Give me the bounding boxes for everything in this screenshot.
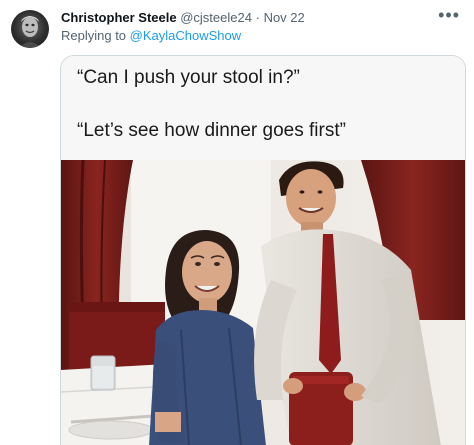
separator-dot: · xyxy=(255,10,260,25)
avatar-image xyxy=(19,16,41,48)
avatar[interactable] xyxy=(11,10,49,48)
meme-caption: “Can I push your stool in?” “Let’s see h… xyxy=(61,56,465,160)
author-name[interactable]: Christopher Steele xyxy=(61,10,177,25)
caption-line-2: “Let’s see how dinner goes first” xyxy=(77,120,346,141)
tweet-media[interactable]: “Can I push your stool in?” “Let’s see h… xyxy=(60,55,466,445)
caption-line-1: “Can I push your stool in?” xyxy=(77,67,300,88)
reply-handle-link[interactable]: @KaylaChowShow xyxy=(130,28,241,43)
tweet: Christopher Steele @cjsteele24 · Nov 22 … xyxy=(0,0,474,445)
meme-photo xyxy=(61,160,465,445)
author-handle[interactable]: @cjsteele24 xyxy=(180,10,252,25)
more-options-icon[interactable]: ••• xyxy=(438,6,460,24)
reply-prefix: Replying to xyxy=(61,28,130,43)
tweet-header: Christopher Steele @cjsteele24 · Nov 22 xyxy=(61,9,305,27)
reply-context: Replying to @KaylaChowShow xyxy=(61,27,241,45)
tweet-date[interactable]: Nov 22 xyxy=(264,10,305,25)
